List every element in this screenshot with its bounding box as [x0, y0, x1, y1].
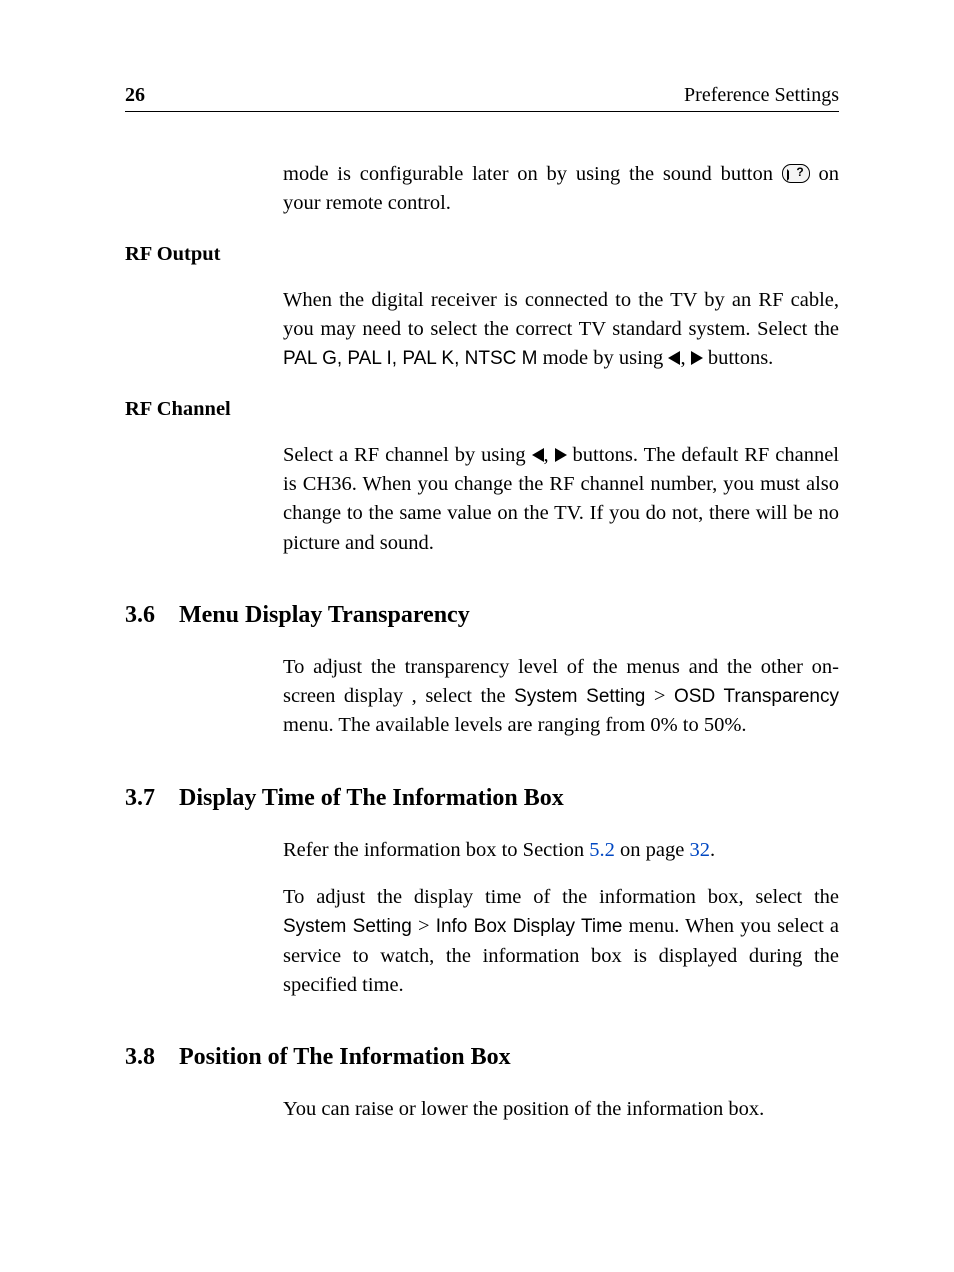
- sound-button-icon: [782, 164, 810, 183]
- rf-output-label: RF Output: [125, 243, 839, 266]
- text: You can raise or lower the position of t…: [283, 1095, 839, 1124]
- menu-path-part: Info Box Display Time: [436, 916, 623, 937]
- right-arrow-icon: [691, 351, 703, 365]
- section-number: 3.6: [125, 602, 161, 629]
- section-title: Menu Display Transparency: [179, 602, 470, 629]
- section-3-7-body: Refer the information box to Section 5.2…: [283, 836, 839, 1001]
- page-header: 26 Preference Settings: [125, 84, 839, 112]
- text: menu. The available levels are ranging f…: [283, 714, 747, 736]
- right-arrow-icon: [555, 448, 567, 462]
- text: Refer the information box to Section: [283, 839, 589, 861]
- section-3-8-heading: 3.8 Position of The Information Box: [125, 1044, 839, 1071]
- menu-path-part: System Setting: [514, 686, 645, 707]
- left-arrow-icon: [532, 448, 544, 462]
- menu-separator: >: [645, 685, 674, 707]
- text: When the digital receiver is connected t…: [283, 289, 839, 340]
- text: on page: [615, 839, 690, 861]
- section-link[interactable]: 5.2: [589, 839, 615, 861]
- section-3-6-body: To adjust the transparency level of the …: [283, 653, 839, 741]
- comma: ,: [680, 347, 690, 369]
- rf-output-body: When the digital receiver is connected t…: [283, 286, 839, 374]
- text: Select a RF channel by using: [283, 444, 532, 466]
- text: mode is configurable later on by using t…: [283, 163, 782, 185]
- section-3-6-heading: 3.6 Menu Display Transparency: [125, 602, 839, 629]
- page-number: 26: [125, 84, 145, 107]
- page-link[interactable]: 32: [690, 839, 711, 861]
- intro-paragraph: mode is configurable later on by using t…: [283, 160, 839, 219]
- rf-channel-body: Select a RF channel by using , buttons. …: [283, 441, 839, 558]
- section-number: 3.8: [125, 1044, 161, 1071]
- running-title: Preference Settings: [684, 84, 839, 107]
- text: buttons.: [703, 347, 774, 369]
- menu-path-part: System Setting: [283, 916, 412, 937]
- section-3-7-heading: 3.7 Display Time of The Information Box: [125, 785, 839, 812]
- text: .: [710, 839, 715, 861]
- rf-channel-label: RF Channel: [125, 398, 839, 421]
- text: mode by using: [537, 347, 668, 369]
- section-number: 3.7: [125, 785, 161, 812]
- left-arrow-icon: [668, 351, 680, 365]
- document-page: 26 Preference Settings mode is configura…: [0, 0, 954, 1272]
- comma: ,: [544, 444, 555, 466]
- section-title: Position of The Information Box: [179, 1044, 511, 1071]
- section-3-8-body: You can raise or lower the position of t…: [283, 1095, 839, 1124]
- mode-list: PAL G, PAL I, PAL K, NTSC M: [283, 348, 537, 369]
- section-title: Display Time of The Information Box: [179, 785, 564, 812]
- menu-separator: >: [412, 915, 436, 937]
- text: To adjust the display time of the inform…: [283, 886, 839, 908]
- menu-path-part: OSD Trans­parency: [674, 686, 839, 707]
